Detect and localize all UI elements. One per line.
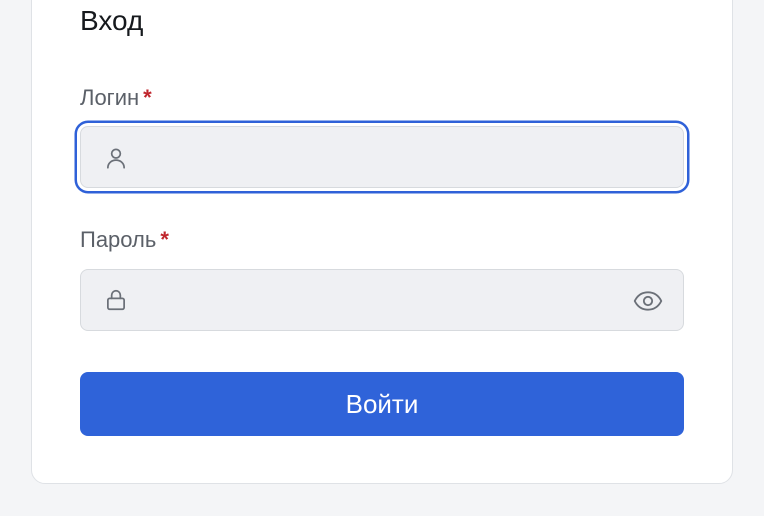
user-icon [107,148,125,169]
password-label-text: Пароль [80,227,157,252]
login-label: Логин * [80,85,152,111]
eye-icon[interactable] [633,288,663,314]
login-label-text: Логин [80,85,140,110]
form-title: Вход [80,5,144,36]
password-field[interactable] [80,269,684,331]
password-label: Пароль * [80,227,169,253]
login-field[interactable] [80,126,684,188]
password-input[interactable] [139,270,639,330]
lock-icon [107,289,125,311]
login-button[interactable]: Войти [80,372,684,436]
password-required-mark: * [160,227,169,252]
login-required-mark: * [143,85,152,110]
login-input[interactable] [139,127,639,187]
